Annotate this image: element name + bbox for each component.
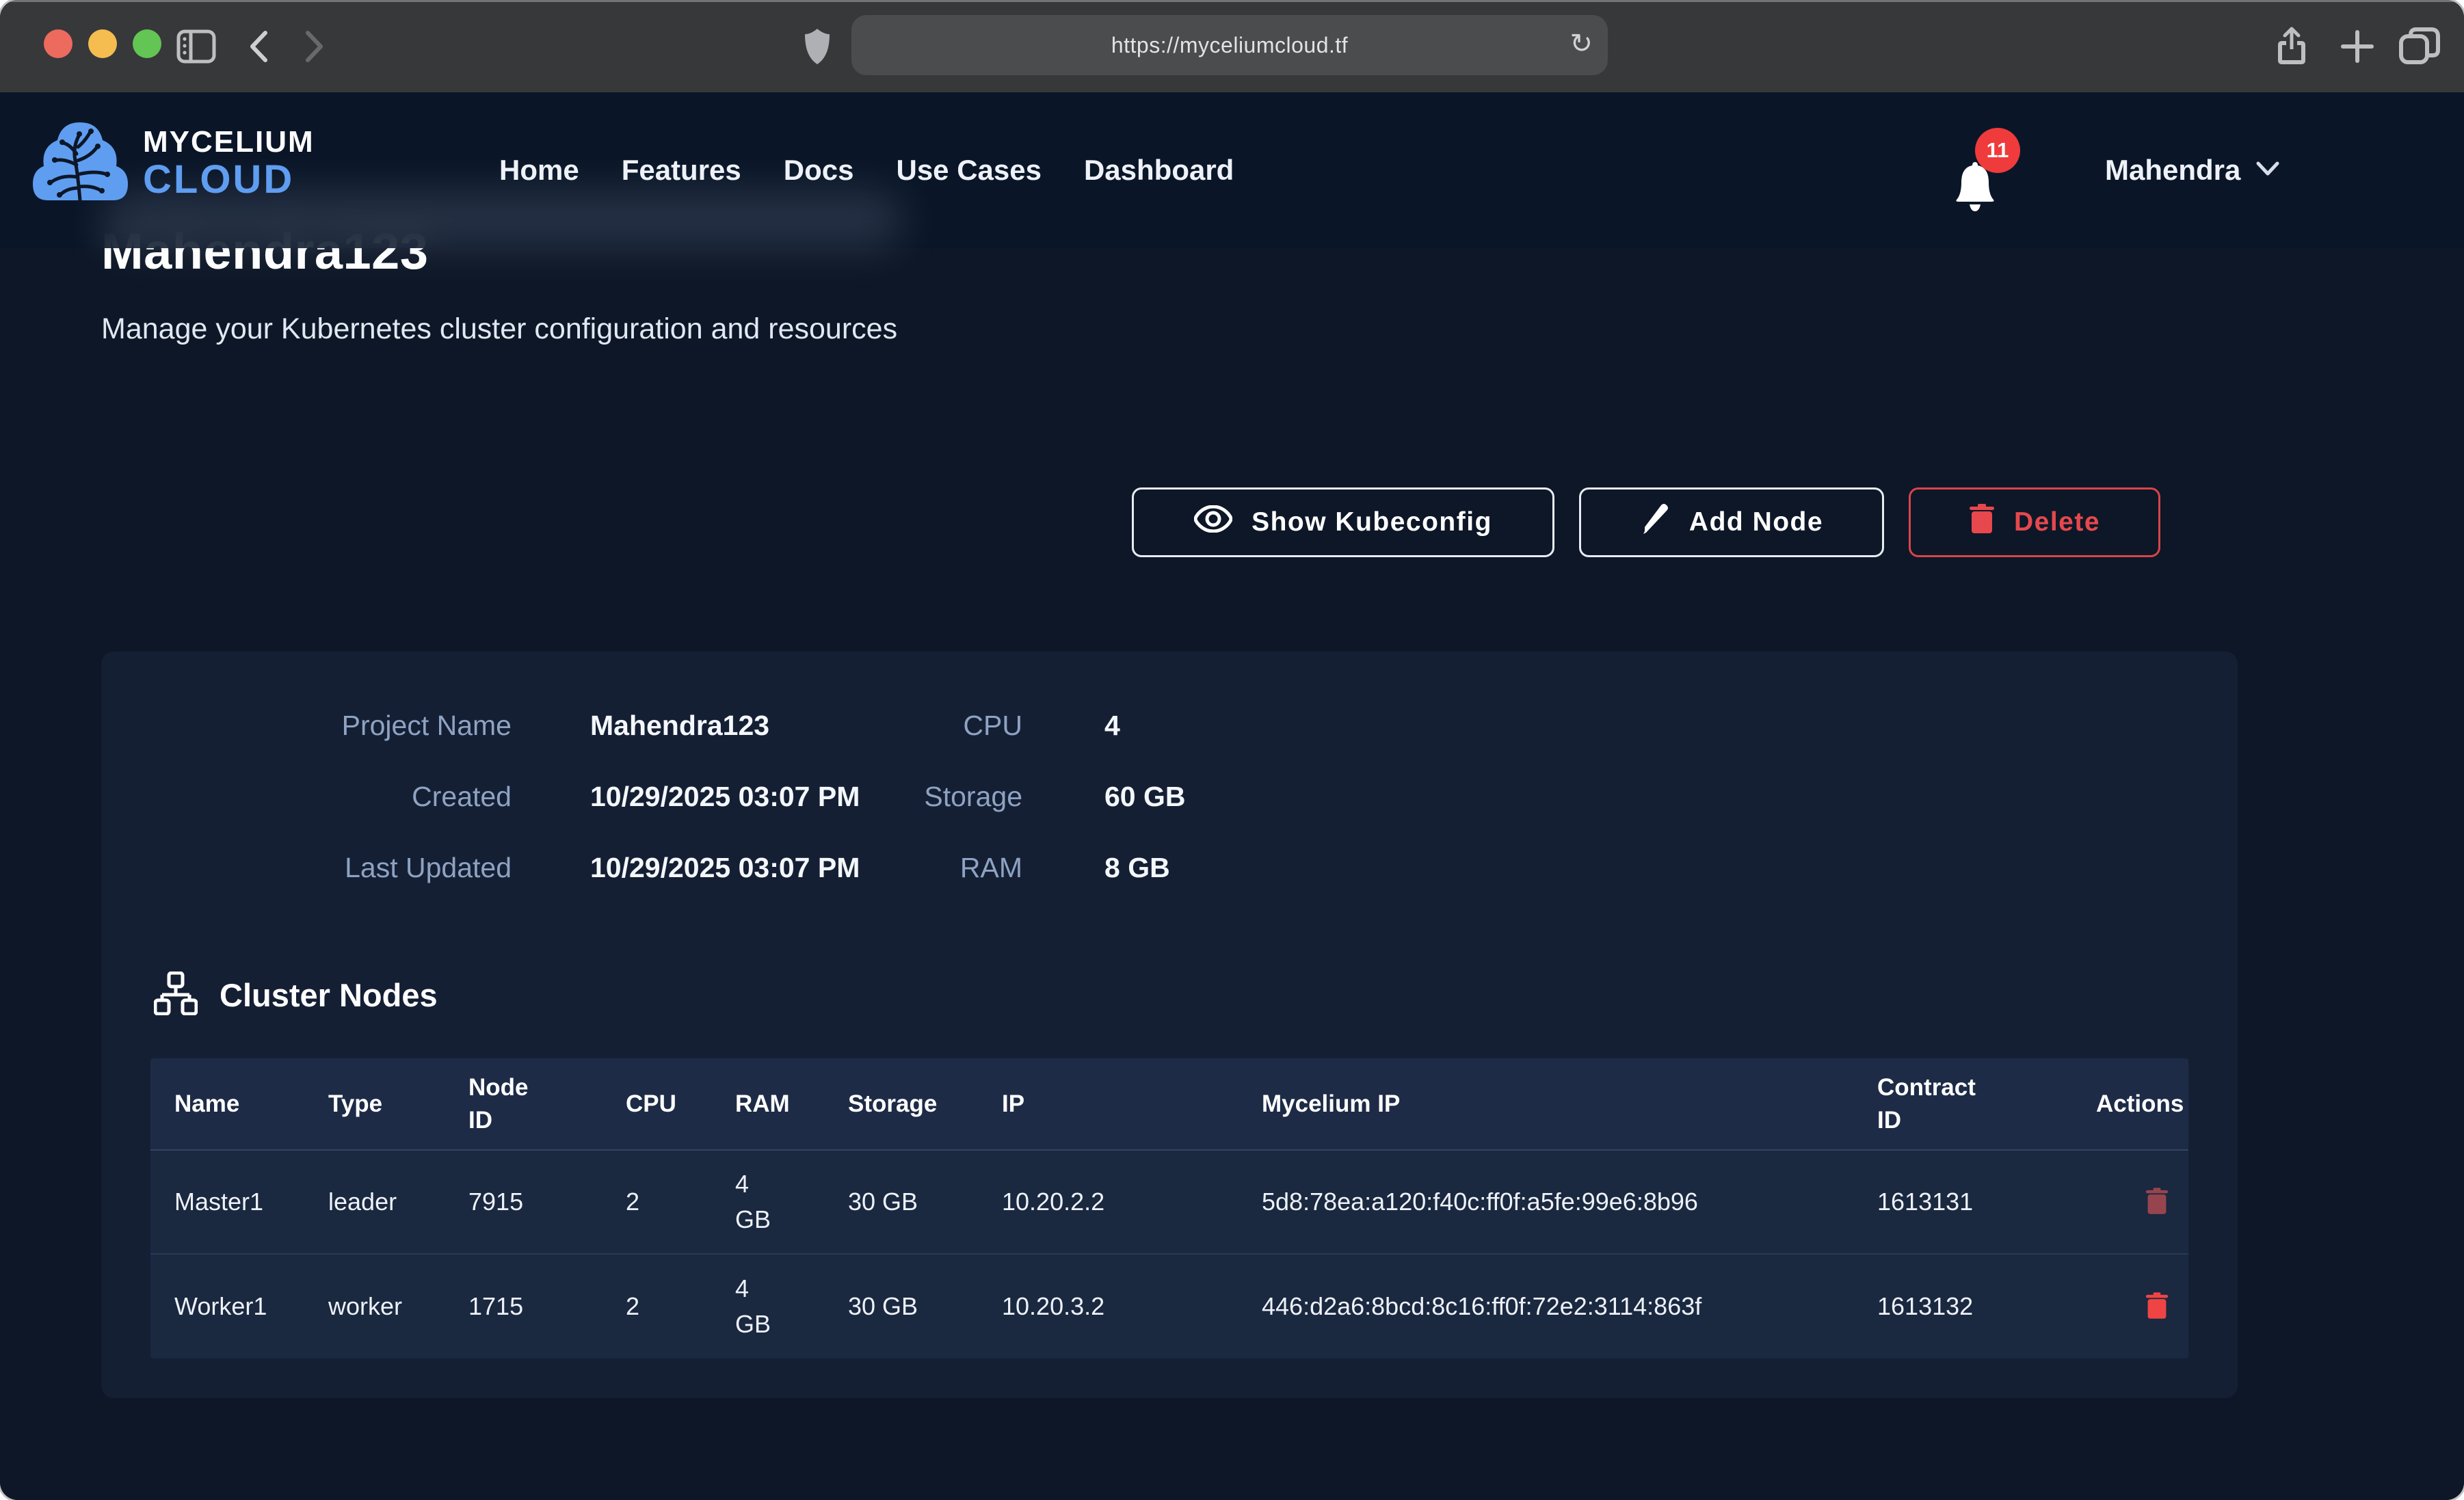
brand-name-bottom: CLOUD [143, 160, 315, 200]
project-info-left: Project Name Mahendra123 Created 10/29/2… [101, 708, 860, 885]
col-mycelium-ip: Mycelium IP [1262, 1088, 1877, 1120]
cpu-value: 4 [1104, 708, 1186, 743]
storage-label: Storage [783, 779, 1022, 814]
show-kubeconfig-button[interactable]: Show Kubeconfig [1132, 487, 1554, 557]
cell-contract-id: 1613132 [1877, 1289, 2096, 1324]
cluster-actions-toolbar: Show Kubeconfig Add Node Delete [1132, 487, 2160, 557]
table-row: Worker1 worker 1715 2 4 GB 30 GB 10.20.3… [150, 1255, 2188, 1358]
cell-node-id: 1715 [468, 1289, 626, 1324]
new-tab-icon[interactable] [2333, 0, 2381, 92]
col-cpu: CPU [626, 1088, 735, 1120]
notification-count-badge: 11 [1975, 128, 2020, 173]
cell-ram: 4 GB [735, 1166, 848, 1237]
sidebar-toggle-icon[interactable] [172, 0, 220, 92]
cell-ip: 10.20.3.2 [1002, 1289, 1262, 1324]
fullscreen-button[interactable] [133, 29, 161, 58]
cluster-nodes-title: Cluster Nodes [220, 976, 438, 1014]
cell-mycelium-ip: 5d8:78ea:a120:f40c:ff0f:a5fe:99e6:8b96 [1262, 1184, 1877, 1220]
shield-icon[interactable] [793, 0, 841, 92]
sitemap-icon [154, 972, 198, 1019]
created-label: Created [101, 779, 512, 814]
trash-icon [2145, 1208, 2169, 1218]
close-button[interactable] [44, 29, 72, 58]
storage-value: 60 GB [1104, 779, 1186, 814]
cell-storage: 30 GB [848, 1289, 1002, 1324]
col-type: Type [328, 1088, 468, 1120]
page-subtitle: Manage your Kubernetes cluster configura… [101, 312, 897, 346]
user-menu[interactable]: Mahendra [2105, 92, 2280, 248]
browser-window: https://myceliumcloud.tf ↻ Mahendra123 M… [0, 0, 2464, 1500]
brand-name-top: MYCELIUM [143, 127, 315, 157]
notifications-button[interactable]: 11 [1950, 140, 2026, 222]
add-node-label: Add Node [1689, 507, 1823, 537]
ram-label: RAM [783, 850, 1022, 885]
trash-icon [2145, 1313, 2169, 1323]
table-header-row: Name Type Node ID CPU RAM Storage IP Myc… [150, 1058, 2188, 1151]
nav-item-features[interactable]: Features [622, 154, 741, 187]
page-body: Mahendra123 Manage your Kubernetes clust… [0, 92, 2464, 1500]
minimize-button[interactable] [88, 29, 117, 58]
cell-cpu: 2 [626, 1289, 735, 1324]
show-kubeconfig-label: Show Kubeconfig [1251, 507, 1492, 537]
tab-overview-icon[interactable] [2394, 0, 2446, 92]
delete-cluster-button[interactable]: Delete [1909, 487, 2160, 557]
delete-node-button[interactable] [2125, 1183, 2188, 1221]
cell-contract-id: 1613131 [1877, 1184, 2096, 1220]
cell-storage: 30 GB [848, 1184, 1002, 1220]
url-text: https://myceliumcloud.tf [1111, 33, 1348, 58]
cluster-nodes-heading: Cluster Nodes [154, 972, 438, 1019]
add-node-button[interactable]: Add Node [1579, 487, 1884, 557]
cell-type: leader [328, 1184, 468, 1220]
cell-mycelium-ip: 446:d2a6:8bcd:8c16:ff0f:72e2:3114:863f [1262, 1289, 1877, 1324]
cell-node-id: 7915 [468, 1184, 626, 1220]
cloud-tree-logo-icon [27, 117, 133, 209]
col-node-id: Node ID [468, 1071, 626, 1136]
nav-item-docs[interactable]: Docs [784, 154, 854, 187]
cell-name: Master1 [174, 1184, 328, 1220]
main-nav: Home Features Docs Use Cases Dashboard [499, 92, 1234, 248]
cell-ip: 10.20.2.2 [1002, 1184, 1262, 1220]
nav-item-home[interactable]: Home [499, 154, 579, 187]
app-header: MYCELIUM CLOUD Home Features Docs Use Ca… [0, 92, 2464, 248]
chevron-down-icon [2255, 161, 2280, 180]
col-actions: Actions [2096, 1088, 2188, 1120]
cluster-details-card: Project Name Mahendra123 Created 10/29/2… [101, 652, 2238, 1398]
pencil-icon [1640, 503, 1670, 541]
nav-item-use-cases[interactable]: Use Cases [896, 154, 1041, 187]
cell-type: worker [328, 1289, 468, 1324]
forward-icon[interactable] [294, 0, 335, 92]
reload-icon[interactable]: ↻ [1569, 28, 1593, 59]
share-icon[interactable] [2268, 0, 2316, 92]
project-info-right: CPU 4 Storage 60 GB RAM 8 GB [783, 708, 1186, 885]
col-ip: IP [1002, 1088, 1262, 1120]
col-storage: Storage [848, 1088, 1002, 1120]
table-row: Master1 leader 7915 2 4 GB 30 GB 10.20.2… [150, 1151, 2188, 1255]
last-updated-label: Last Updated [101, 850, 512, 885]
delete-node-button[interactable] [2125, 1287, 2188, 1326]
nav-item-dashboard[interactable]: Dashboard [1084, 154, 1234, 187]
col-name: Name [174, 1088, 328, 1120]
cell-cpu: 2 [626, 1184, 735, 1220]
delete-label: Delete [2014, 507, 2100, 537]
brand-logo-text: MYCELIUM CLOUD [143, 127, 315, 200]
cell-name: Worker1 [174, 1289, 328, 1324]
browser-toolbar: https://myceliumcloud.tf ↻ [0, 0, 2464, 92]
ram-value: 8 GB [1104, 850, 1186, 885]
trash-icon [1969, 503, 1995, 541]
cell-ram: 4 GB [735, 1271, 848, 1342]
project-name-label: Project Name [101, 708, 512, 743]
cpu-label: CPU [783, 708, 1022, 743]
back-icon[interactable] [238, 0, 279, 92]
user-name: Mahendra [2105, 154, 2240, 187]
cluster-nodes-table: Name Type Node ID CPU RAM Storage IP Myc… [150, 1058, 2188, 1358]
address-bar[interactable]: https://myceliumcloud.tf ↻ [851, 15, 1608, 75]
eye-icon [1194, 505, 1232, 539]
col-contract-id: Contract ID [1877, 1071, 2096, 1136]
brand-logo[interactable]: MYCELIUM CLOUD [27, 117, 315, 209]
col-ram: RAM [735, 1088, 848, 1120]
